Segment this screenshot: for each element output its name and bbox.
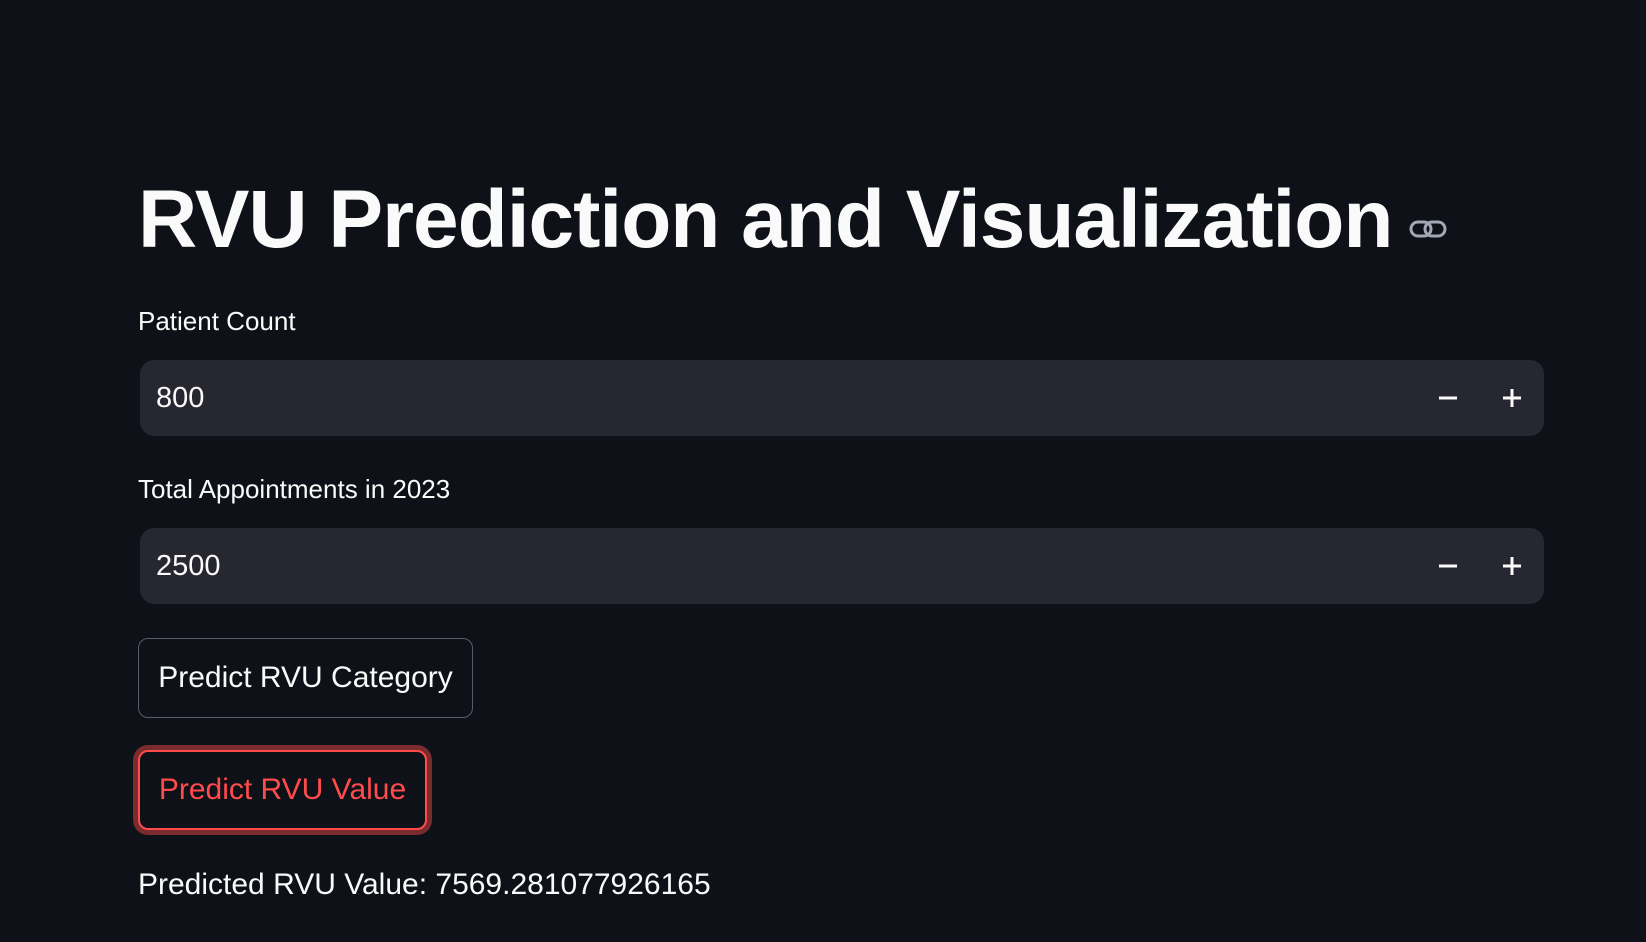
minus-icon (1438, 388, 1458, 408)
total-appointments-decrement-button[interactable] (1416, 528, 1480, 604)
predict-rvu-category-button[interactable]: Predict RVU Category (138, 638, 473, 718)
minus-icon (1438, 556, 1458, 576)
total-appointments-field[interactable] (140, 548, 1416, 584)
patient-count-label: Patient Count (138, 306, 296, 336)
total-appointments-input (140, 528, 1544, 604)
predicted-rvu-value-text: Predicted RVU Value: 7569.281077926165 (138, 868, 711, 901)
patient-count-field[interactable] (140, 380, 1416, 416)
total-appointments-label: Total Appointments in 2023 (138, 474, 451, 504)
patient-count-input (140, 360, 1544, 436)
predict-rvu-value-button[interactable]: Predict RVU Value (138, 750, 427, 830)
patient-count-decrement-button[interactable] (1416, 360, 1480, 436)
link-icon[interactable] (1408, 215, 1448, 243)
plus-icon (1502, 388, 1522, 408)
total-appointments-increment-button[interactable] (1480, 528, 1544, 604)
title-row: RVU Prediction and Visualization (138, 170, 1448, 270)
page-title: RVU Prediction and Visualization (138, 174, 1393, 265)
plus-icon (1502, 556, 1522, 576)
patient-count-increment-button[interactable] (1480, 360, 1544, 436)
